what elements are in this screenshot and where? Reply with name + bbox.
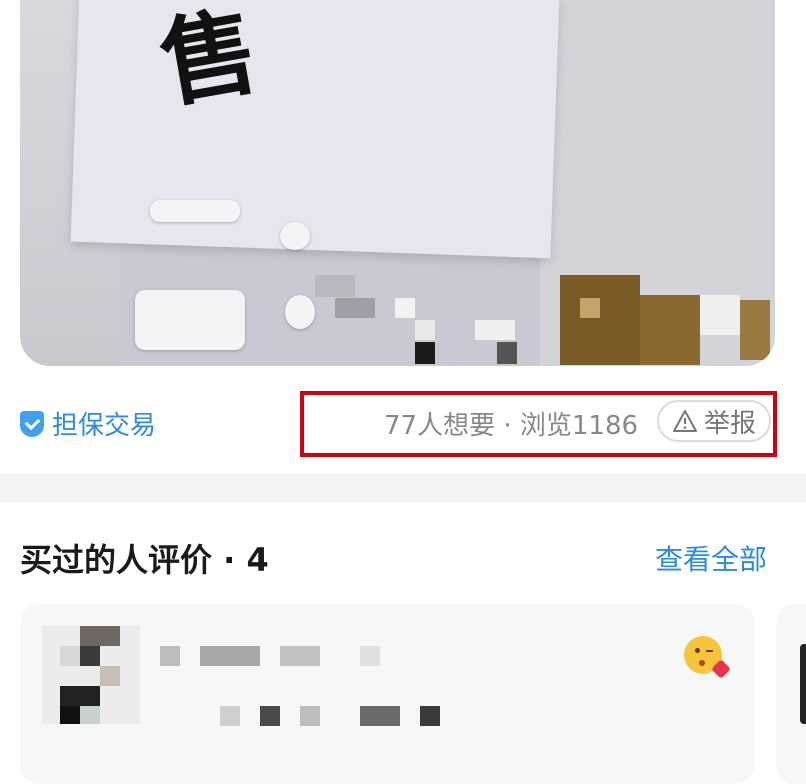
- section-divider: [0, 474, 806, 502]
- pixelated-area: [415, 320, 435, 340]
- listing-stats: 77人想要 · 浏览1186: [384, 410, 639, 441]
- username-redacted: [160, 646, 180, 666]
- pixelated-area: [315, 275, 355, 297]
- pixelated-area: [415, 342, 435, 364]
- pixelated-area: [580, 298, 600, 318]
- pixelated-area: [475, 320, 515, 340]
- product-photo[interactable]: 售: [20, 0, 775, 366]
- review-text-redacted: [300, 706, 320, 726]
- pixelated-area: [395, 298, 415, 318]
- avatar-pixel: [80, 626, 120, 646]
- avatar-pixel: [60, 646, 80, 666]
- pixelated-area: [560, 275, 640, 365]
- pixelated-area: [335, 298, 375, 318]
- report-label: 举报: [703, 408, 756, 439]
- pixelated-area: [497, 342, 517, 364]
- earbud: [280, 222, 310, 250]
- avatar-pixel: [60, 706, 80, 724]
- review-card-next[interactable]: [776, 604, 806, 784]
- username-redacted: [200, 646, 260, 666]
- review-card-next-image: [800, 644, 806, 724]
- earbud: [285, 295, 315, 329]
- avatar-pixel: [80, 706, 100, 724]
- report-button[interactable]: 举报: [657, 400, 771, 442]
- review-text-redacted: [360, 706, 400, 726]
- reviews-title: 买过的人评价 · 4: [20, 541, 269, 579]
- warning-triangle-icon: [672, 410, 697, 432]
- earbud-case: [150, 200, 240, 222]
- avatar-pixel: [100, 666, 120, 686]
- review-card[interactable]: [20, 604, 755, 784]
- avatar-pixel: [60, 686, 100, 706]
- review-text-redacted: [420, 706, 440, 726]
- review-text-redacted: [260, 706, 280, 726]
- kiss-emoji-icon: [684, 636, 731, 679]
- photo-paper-sign: [70, 0, 560, 259]
- shield-check-icon: [20, 410, 44, 437]
- review-text-redacted: [220, 706, 240, 726]
- pixelated-area: [700, 295, 740, 335]
- avatar-pixel: [80, 646, 100, 666]
- username-redacted: [360, 646, 380, 666]
- pixelated-area: [640, 295, 700, 365]
- view-all-link[interactable]: 查看全部: [655, 538, 767, 578]
- guarantee-label: 担保交易: [52, 411, 157, 441]
- guarantee-trade-link[interactable]: 担保交易: [20, 405, 156, 442]
- username-redacted: [280, 646, 320, 666]
- earbud-case: [135, 290, 245, 350]
- pixelated-area: [740, 300, 770, 360]
